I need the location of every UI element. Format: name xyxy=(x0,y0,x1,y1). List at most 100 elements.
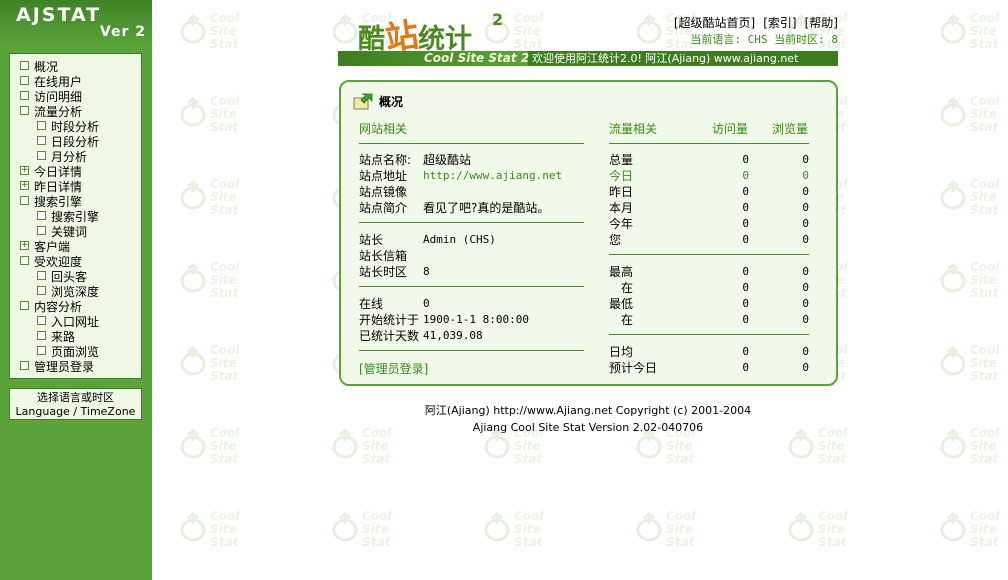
checkbox-icon xyxy=(20,76,29,85)
link-index[interactable]: [索引] xyxy=(763,16,796,30)
menu-item-popularity[interactable]: 受欢迎度 xyxy=(20,255,82,270)
stat-label-year: 今年 xyxy=(609,217,634,231)
menu-item-monthly[interactable]: 月分析 xyxy=(37,150,87,165)
checkbox-icon xyxy=(20,61,29,70)
stat-visits-daily-avg: 0 xyxy=(742,345,749,358)
menu-item-keywords[interactable]: 关键词 xyxy=(37,225,87,240)
checkbox-icon xyxy=(20,301,29,310)
menu-item-content-analysis[interactable]: 内容分析 xyxy=(20,300,82,315)
stat-visits-forecast: 0 xyxy=(742,361,749,374)
expand-icon: + xyxy=(20,240,29,250)
overview-panel: 概况 网站相关 站点名称: 超级酷站 站点地址 http://www.ajian… xyxy=(339,80,838,386)
welcome-banner: Cool Site Stat 2 欢迎使用阿江统计2.0! 阿江(Ajiang)… xyxy=(338,51,838,66)
footer: 阿江(Ajiang) http://www.Ajiang.net Copyrig… xyxy=(338,402,838,436)
logo-superscript: 2 xyxy=(492,10,504,29)
stat-visits-low-at: 0 xyxy=(742,313,749,326)
menu-item-today-details[interactable]: + 今日详情 xyxy=(20,165,82,180)
stat-views-total: 0 xyxy=(802,153,809,166)
menu-item-admin-login[interactable]: 管理员登录 xyxy=(20,360,94,375)
expand-icon: + xyxy=(20,165,29,175)
menu-item-search-engines-group[interactable]: 搜索引擎 xyxy=(20,195,82,210)
menu-item-search-engines[interactable]: 搜索引擎 xyxy=(37,210,99,225)
stat-views-yesterday: 0 xyxy=(802,185,809,198)
banner-welcome-text: 欢迎使用阿江统计2.0! 阿江(Ajiang) www.ajiang.net xyxy=(532,52,799,65)
watermark-tile: CoolSite Stat xyxy=(788,508,868,558)
logo-title: AJSTAT xyxy=(16,4,102,26)
top-links: [超级酷站首页] [索引] [帮助] xyxy=(666,14,838,31)
watermark-tile: CoolSite Stat xyxy=(940,508,1008,558)
stat-visits-peak-at: 0 xyxy=(742,281,749,294)
admin-login-link[interactable]: [管理员登录] xyxy=(359,360,428,377)
stat-visits-yesterday: 0 xyxy=(742,185,749,198)
stat-label-yesterday: 昨日 xyxy=(609,185,634,199)
menu-item-visit-details[interactable]: 访问明细 xyxy=(20,90,82,105)
checkbox-icon xyxy=(37,136,46,145)
days-value: 41,039.08 xyxy=(423,329,483,342)
online-label: 在线 xyxy=(359,297,384,311)
language-timezone-label-cn: 选择语言或时区 xyxy=(37,391,114,404)
copyright-text: 阿江(Ajiang) http://www.Ajiang.net Copyrig… xyxy=(424,404,752,417)
divider xyxy=(609,254,809,255)
site-url-label: 站点地址 xyxy=(359,169,408,183)
link-home[interactable]: [超级酷站首页] xyxy=(674,16,755,30)
checkbox-icon xyxy=(37,211,46,220)
site-name-value: 超级酷站 xyxy=(423,153,472,167)
watermark-tile: CoolSite Stat xyxy=(332,508,412,558)
stat-views-today: 0 xyxy=(802,169,809,182)
stat-label-low-at: 在 xyxy=(621,313,634,327)
site-url-link[interactable]: http://www.ajiang.net xyxy=(423,169,562,182)
link-help[interactable]: [帮助] xyxy=(805,16,838,30)
site-desc-label: 站点简介 xyxy=(359,201,408,215)
days-label: 已统计天数 xyxy=(359,329,420,343)
site-name-label: 站点名称: xyxy=(359,153,412,167)
site-section-heading: 网站相关 xyxy=(359,122,408,136)
checkbox-icon xyxy=(37,331,46,340)
stat-label-forecast: 预计今日 xyxy=(609,361,658,375)
stat-views-peak: 0 xyxy=(802,265,809,278)
menu-item-yesterday-details[interactable]: + 昨日详情 xyxy=(20,180,82,195)
menu-item-overview[interactable]: 概况 xyxy=(20,60,58,75)
checkbox-icon xyxy=(20,361,29,370)
stat-label-month: 本月 xyxy=(609,201,634,215)
stat-views-low: 0 xyxy=(802,297,809,310)
sidebar-logo: AJSTAT Ver 2 xyxy=(0,0,152,46)
menu-item-entry-urls[interactable]: 入口网址 xyxy=(37,315,99,330)
menu-item-returning[interactable]: 回头客 xyxy=(37,270,87,285)
divider xyxy=(359,350,584,351)
start-label: 开始统计于 xyxy=(359,313,420,327)
version-text: Ajiang Cool Site Stat Version 2.02-04070… xyxy=(472,421,704,434)
logo-version: Ver 2 xyxy=(99,24,146,40)
menu-item-clients[interactable]: + 客户端 xyxy=(20,240,70,255)
panel-title: 概况 xyxy=(353,92,403,112)
checkbox-icon xyxy=(37,271,46,280)
checkbox-icon xyxy=(37,226,46,235)
stat-views-low-at: 0 xyxy=(802,313,809,326)
menu-item-browse-depth[interactable]: 浏览深度 xyxy=(37,285,99,300)
watermark-tile: CoolSite Stat xyxy=(940,342,1008,392)
menu-item-referrers[interactable]: 来路 xyxy=(37,330,75,345)
stat-views-you: 0 xyxy=(802,233,809,246)
menu-item-hourly[interactable]: 时段分析 xyxy=(37,120,99,135)
stat-visits-month: 0 xyxy=(742,201,749,214)
stat-label-daily-avg: 日均 xyxy=(609,345,634,359)
stat-label-peak: 最高 xyxy=(609,265,634,279)
expand-icon: + xyxy=(20,180,29,190)
stat-visits-total: 0 xyxy=(742,153,749,166)
menu-item-traffic-analysis[interactable]: 流量分析 xyxy=(20,105,82,120)
menu-item-daily[interactable]: 日段分析 xyxy=(37,135,99,150)
language-timezone-button[interactable]: 选择语言或时区 Language / TimeZone xyxy=(9,388,142,420)
checkbox-icon xyxy=(20,91,29,100)
menu-item-online-users[interactable]: 在线用户 xyxy=(20,75,82,90)
watermark-tile: CoolSite Stat xyxy=(940,93,1008,143)
stat-label-total: 总量 xyxy=(609,153,634,167)
watermark-tile: CoolSite Stat xyxy=(940,10,1008,60)
checkbox-icon xyxy=(20,106,29,115)
checkbox-icon xyxy=(37,346,46,355)
watermark-tile: CoolSite Stat xyxy=(180,176,260,226)
banner-app-name: Cool Site Stat 2 xyxy=(424,51,530,65)
menu-item-page-views[interactable]: 页面浏览 xyxy=(37,345,99,360)
divider xyxy=(609,143,809,144)
visits-column-header: 访问量 xyxy=(712,122,749,136)
owner-label: 站长 xyxy=(359,233,384,247)
stat-label-today[interactable]: 今日 xyxy=(609,167,633,184)
